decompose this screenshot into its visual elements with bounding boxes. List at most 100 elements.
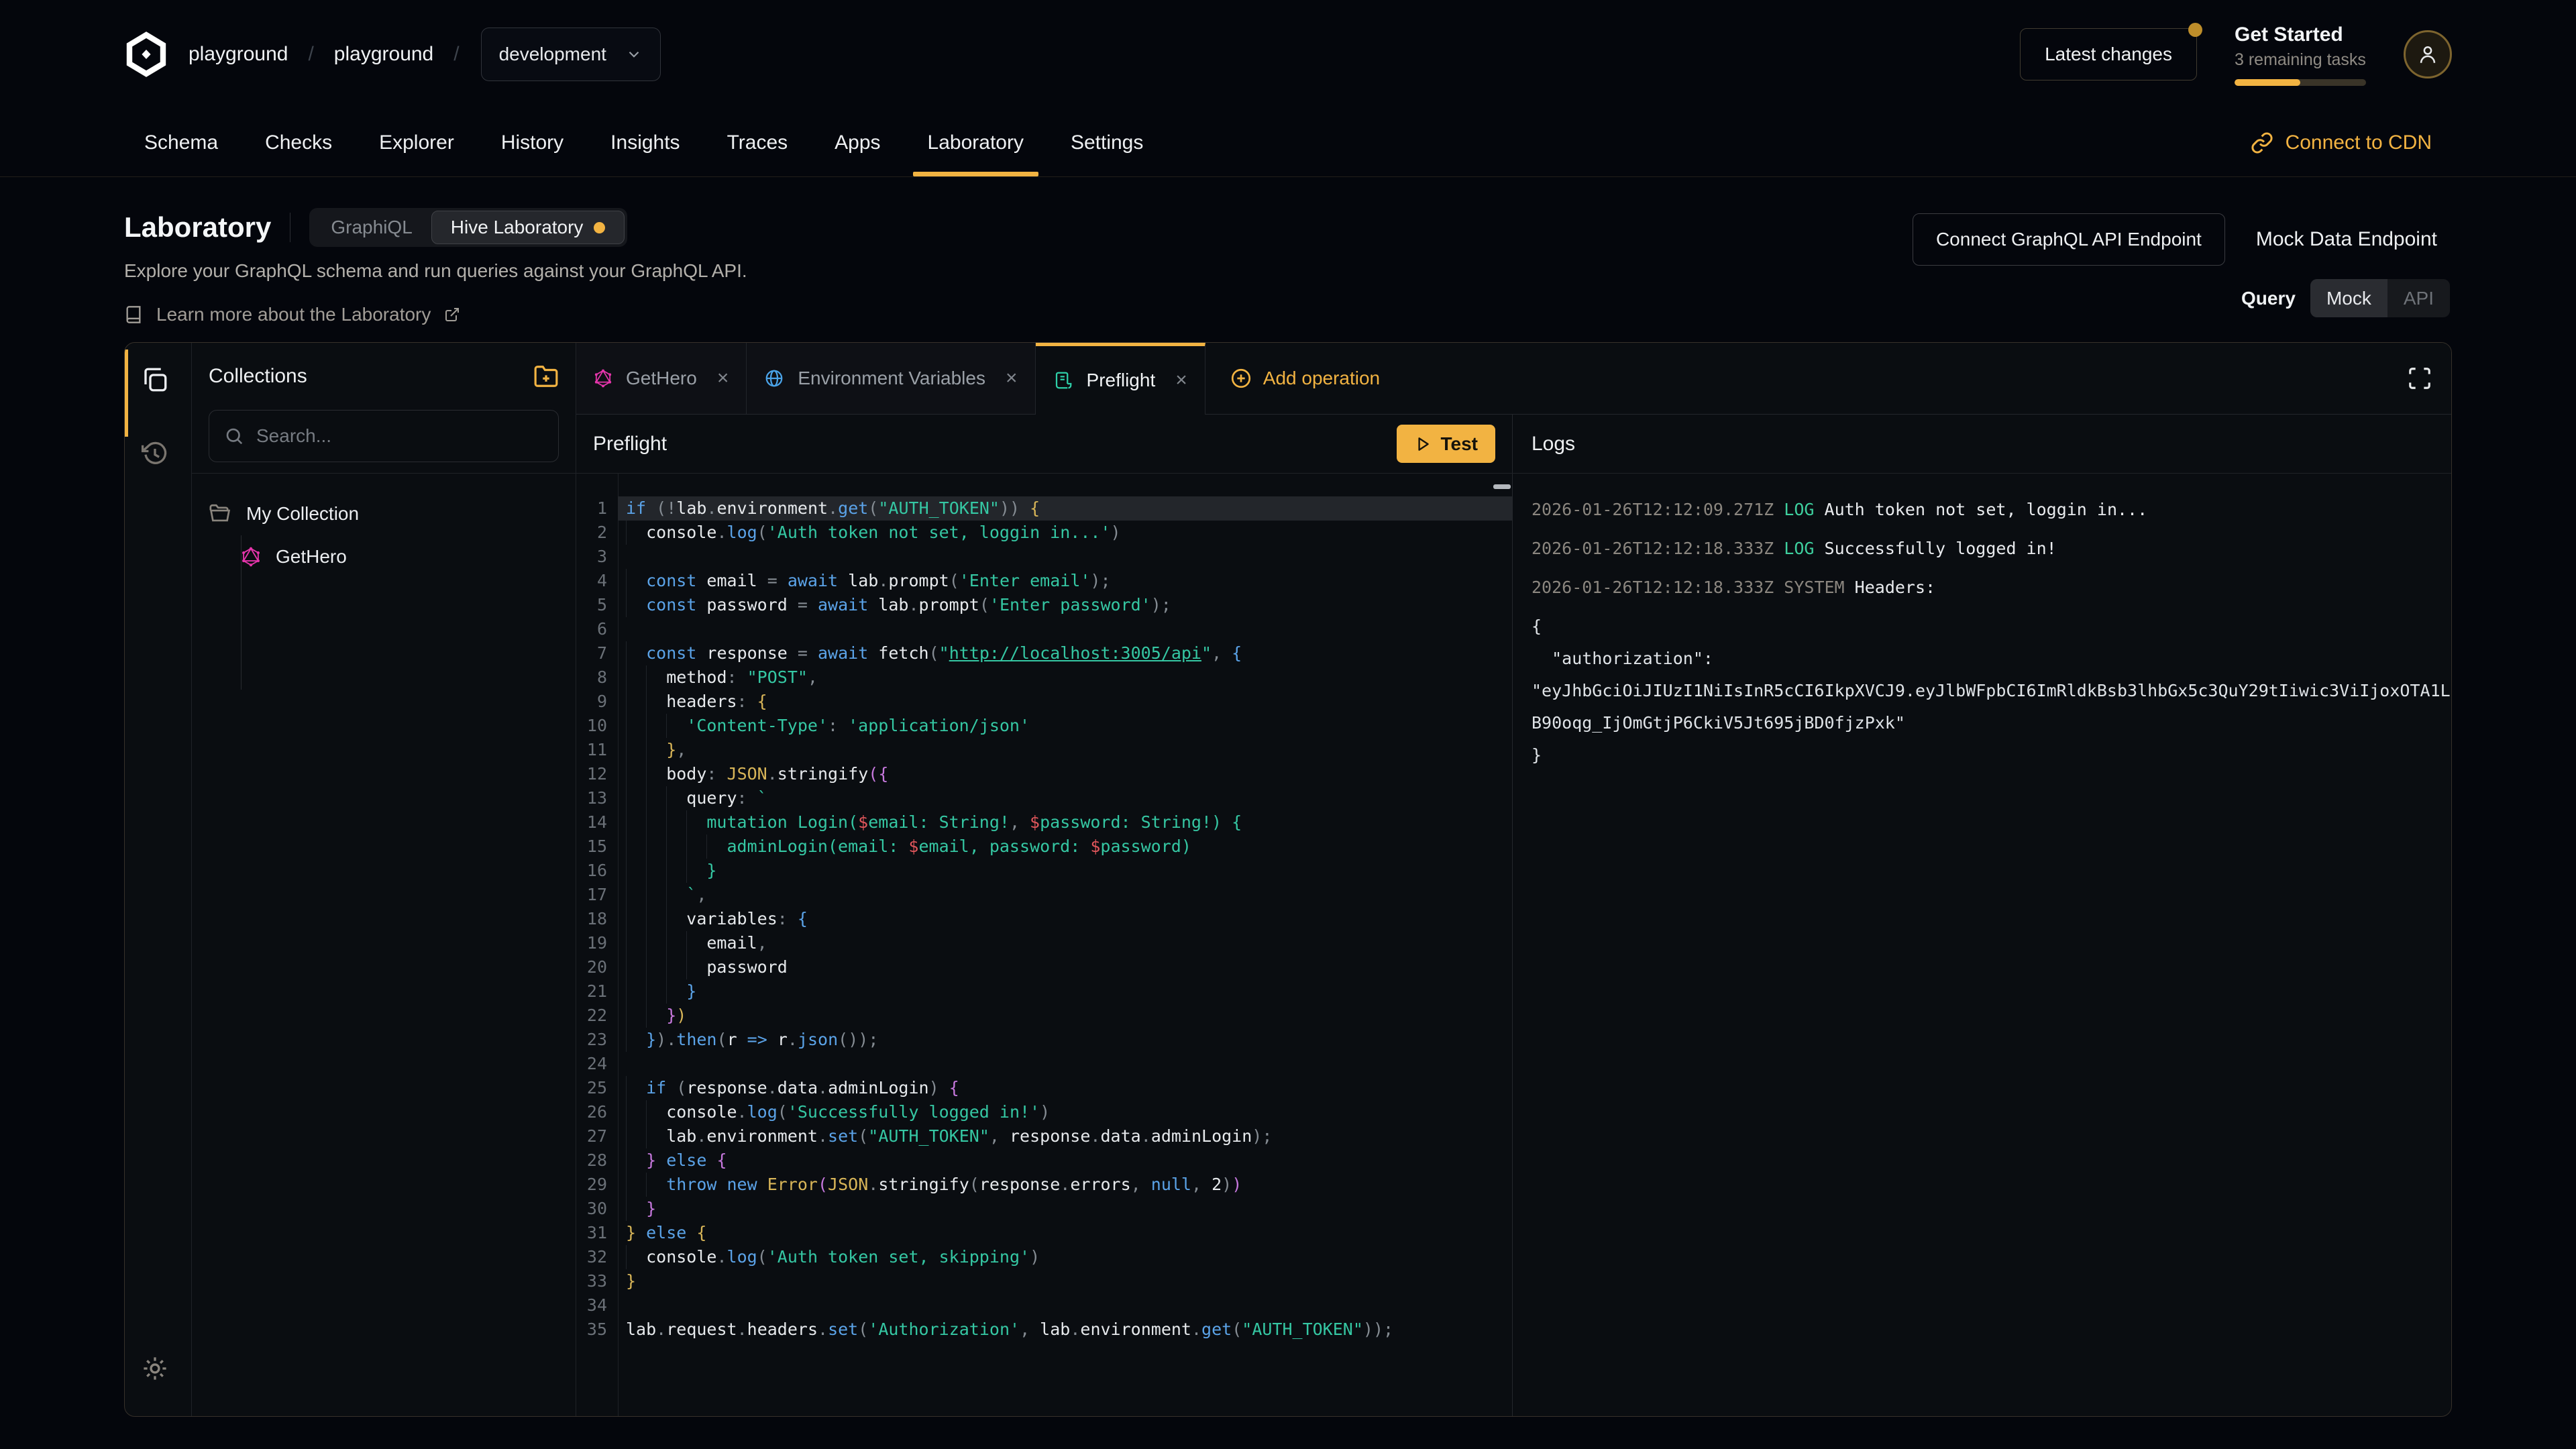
mock-data-endpoint-button[interactable]: Mock Data Endpoint	[2256, 228, 2437, 251]
close-icon[interactable]: ×	[1175, 369, 1187, 392]
user-avatar[interactable]	[2404, 30, 2452, 78]
nav-tab-checks[interactable]: Checks	[265, 109, 332, 176]
breadcrumb-project[interactable]: playground	[334, 43, 433, 66]
nav-tab-laboratory[interactable]: Laboratory	[928, 109, 1024, 176]
preflight-script-editor[interactable]: 1234567891011121314151617181920212223242…	[576, 474, 1513, 1416]
line-number: 25	[576, 1076, 618, 1100]
nav-tab-schema[interactable]: Schema	[144, 109, 218, 176]
code-line[interactable]	[618, 1293, 1512, 1318]
line-number: 17	[576, 883, 618, 907]
operation-tab-bar: GetHero × Environment Variables ×	[576, 343, 2451, 415]
code-line[interactable]: body: JSON.stringify({	[618, 762, 1512, 786]
nav-tab-history[interactable]: History	[501, 109, 564, 176]
settings-rail-button[interactable]	[140, 1353, 170, 1384]
tab-gethero[interactable]: GetHero ×	[576, 343, 747, 414]
collections-rail-button[interactable]	[140, 364, 170, 395]
get-started-title: Get Started	[2235, 23, 2366, 46]
code-line[interactable]: if (!lab.environment.get("AUTH_TOKEN")) …	[618, 496, 1512, 521]
code-line[interactable]: 'Content-Type': 'application/json'	[618, 714, 1512, 738]
editor-zone: GetHero × Environment Variables ×	[576, 343, 2451, 1416]
nav-tab-traces[interactable]: Traces	[727, 109, 788, 176]
code-line[interactable]: console.log('Auth token set, skipping')	[618, 1245, 1512, 1269]
code-line[interactable]: throw new Error(JSON.stringify(response.…	[618, 1173, 1512, 1197]
code-line[interactable]: adminLogin(email: $email, password: $pas…	[618, 835, 1512, 859]
line-number: 1	[576, 496, 618, 521]
code-line[interactable]: }	[618, 979, 1512, 1004]
close-icon[interactable]: ×	[717, 367, 729, 390]
tab-label: Environment Variables	[798, 368, 985, 389]
mode-option-graphiql[interactable]: GraphiQL	[312, 217, 431, 238]
mode-option-hive-laboratory[interactable]: Hive Laboratory	[431, 211, 625, 244]
line-number: 4	[576, 569, 618, 593]
tab-preflight[interactable]: Preflight ×	[1036, 343, 1205, 415]
query-mode-api[interactable]: API	[2387, 279, 2450, 317]
add-operation-label: Add operation	[1263, 368, 1380, 389]
nav-tab-insights[interactable]: Insights	[610, 109, 680, 176]
code-line[interactable]: method: "POST",	[618, 665, 1512, 690]
code-line[interactable]: query: `	[618, 786, 1512, 810]
nav-tab-apps[interactable]: Apps	[835, 109, 880, 176]
code-line[interactable]: mutation Login($email: String!, $passwor…	[618, 810, 1512, 835]
code-line[interactable]: } else {	[618, 1221, 1512, 1245]
history-icon	[141, 439, 169, 468]
nav-tab-explorer[interactable]: Explorer	[379, 109, 454, 176]
code-line[interactable]: `,	[618, 883, 1512, 907]
line-number: 5	[576, 593, 618, 617]
gear-icon	[141, 1354, 169, 1383]
code-line[interactable]: password	[618, 955, 1512, 979]
operation-row-gethero[interactable]: GetHero	[241, 541, 559, 573]
get-started-progress	[2235, 79, 2366, 86]
code-line[interactable]: }	[618, 1197, 1512, 1221]
code-line[interactable]	[618, 617, 1512, 641]
code-line[interactable]: } else {	[618, 1148, 1512, 1173]
code-line[interactable]: }	[618, 1269, 1512, 1293]
active-mode-dot	[594, 222, 605, 233]
close-icon[interactable]: ×	[1006, 367, 1018, 390]
collections-search[interactable]	[209, 410, 559, 462]
notification-dot	[2188, 23, 2202, 37]
add-operation-button[interactable]: Add operation	[1230, 343, 1380, 414]
query-mode-mock[interactable]: Mock	[2310, 279, 2387, 317]
code-line[interactable]: console.log('Auth token not set, loggin …	[618, 521, 1512, 545]
hive-logo-icon[interactable]	[124, 32, 168, 77]
code-line[interactable]	[618, 1052, 1512, 1076]
tab-environment-variables[interactable]: Environment Variables ×	[747, 343, 1035, 414]
code-line[interactable]: console.log('Successfully logged in!')	[618, 1100, 1512, 1124]
nav-tab-settings[interactable]: Settings	[1071, 109, 1143, 176]
code-line[interactable]: lab.environment.set("AUTH_TOKEN", respon…	[618, 1124, 1512, 1148]
latest-changes-label: Latest changes	[2045, 44, 2172, 65]
fullscreen-button[interactable]	[2407, 366, 2432, 391]
new-collection-button[interactable]	[533, 364, 559, 389]
editor-code[interactable]: if (!lab.environment.get("AUTH_TOKEN")) …	[618, 496, 1512, 1342]
breadcrumb-org[interactable]: playground	[189, 43, 288, 66]
code-line[interactable]: }	[618, 859, 1512, 883]
code-line[interactable]: const response = await fetch("http://loc…	[618, 641, 1512, 665]
target-selector[interactable]: development	[481, 28, 661, 81]
search-input[interactable]	[256, 425, 543, 447]
code-line[interactable]: email,	[618, 931, 1512, 955]
code-line[interactable]: }).then(r => r.json());	[618, 1028, 1512, 1052]
log-raw-line: "eyJhbGciOiJIUzI1NiIsInR5cCI6IkpXVCJ9.ey…	[1532, 679, 2451, 703]
code-line[interactable]: if (response.data.adminLogin) {	[618, 1076, 1512, 1100]
code-line[interactable]: const password = await lab.prompt('Enter…	[618, 593, 1512, 617]
code-line[interactable]: const email = await lab.prompt('Enter em…	[618, 569, 1512, 593]
code-line[interactable]: variables: {	[618, 907, 1512, 931]
editor-scrollbar-thumb[interactable]	[1493, 484, 1511, 489]
history-rail-button[interactable]	[140, 438, 170, 469]
code-line[interactable]: })	[618, 1004, 1512, 1028]
log-entry: 2026-01-26T12:12:18.333Z SYSTEM Headers:	[1532, 576, 2451, 600]
latest-changes-button[interactable]: Latest changes	[2020, 28, 2197, 80]
get-started-widget[interactable]: Get Started 3 remaining tasks	[2235, 23, 2366, 86]
test-button[interactable]: Test	[1397, 425, 1496, 463]
code-line[interactable]: },	[618, 738, 1512, 762]
connect-cdn-link[interactable]: Connect to CDN	[2251, 131, 2432, 154]
breadcrumb-separator: /	[308, 43, 313, 66]
collection-folder-row[interactable]: My Collection	[209, 498, 559, 530]
code-line[interactable]: lab.request.headers.set('Authorization',…	[618, 1318, 1512, 1342]
connect-graphql-api-endpoint-button[interactable]: Connect GraphQL API Endpoint	[1913, 213, 2225, 266]
code-line[interactable]	[618, 545, 1512, 569]
rail-active-indicator	[125, 350, 128, 437]
learn-more-link[interactable]: Learn more about the Laboratory	[124, 303, 2452, 326]
line-number: 33	[576, 1269, 618, 1293]
code-line[interactable]: headers: {	[618, 690, 1512, 714]
